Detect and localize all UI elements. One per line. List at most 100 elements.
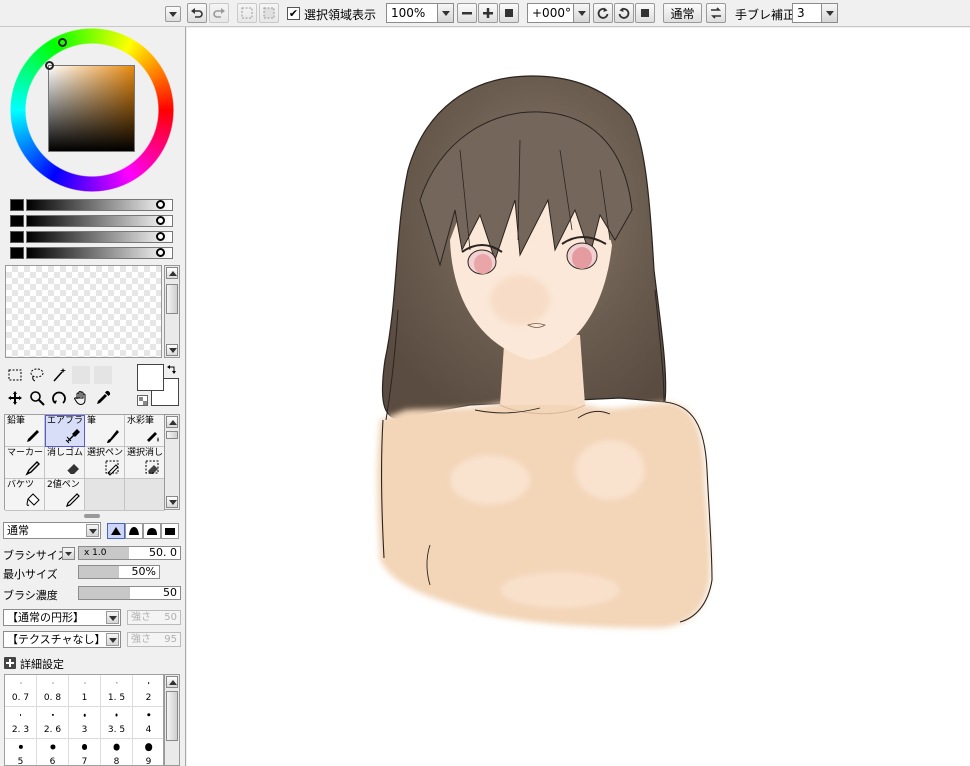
scroll-up-button[interactable]: [166, 267, 178, 279]
brush-tool-label: マーカー: [7, 448, 44, 458]
brush-size-dot: [20, 682, 21, 684]
hand-tool[interactable]: [72, 389, 90, 407]
brush-size-preset-label: 7: [81, 757, 88, 766]
brush-edge-soft-button[interactable]: [143, 523, 161, 539]
density-slider[interactable]: 50: [78, 586, 181, 600]
top-toolbar: ✔ 選択領域表示 100% +000° 通常 手ブレ補正 3: [0, 0, 970, 27]
brush-size-preset[interactable]: 9: [133, 739, 163, 765]
brush-tool-bucket[interactable]: バケツ: [5, 479, 45, 511]
advanced-settings-label[interactable]: 詳細設定: [20, 656, 64, 672]
brush-edge-sharpest-button[interactable]: [107, 523, 125, 539]
brush-tool-select-pen[interactable]: 選択ペン: [85, 447, 125, 479]
min-size-slider[interactable]: 50%: [78, 565, 160, 579]
rotate-left-button[interactable]: [593, 3, 613, 23]
min-size-label: 最小サイズ: [3, 568, 58, 581]
brush-size-preset[interactable]: 1: [69, 675, 101, 707]
brush-size-preset[interactable]: 7: [69, 739, 101, 766]
brush-size-preset[interactable]: 0. 8: [37, 675, 69, 707]
expand-plus-icon[interactable]: [4, 657, 16, 669]
brush-size-preset[interactable]: 3. 5: [101, 707, 133, 739]
undo-button[interactable]: [187, 3, 207, 23]
zoom-in-button[interactable]: [478, 3, 498, 23]
scroll-up-button[interactable]: [166, 416, 178, 428]
rotation-dropdown[interactable]: +000°: [527, 3, 590, 23]
brush-edge-sharp-button[interactable]: [125, 523, 143, 539]
saturation-value-square[interactable]: [48, 65, 135, 152]
brush-size-preset[interactable]: 6: [37, 739, 69, 765]
color-slider-4[interactable]: [10, 247, 173, 259]
invert-selection-button[interactable]: [259, 3, 279, 23]
rotate-tool[interactable]: [50, 389, 68, 407]
brush-size-preset[interactable]: 0. 7: [5, 675, 37, 707]
flip-horizontal-button[interactable]: [706, 3, 726, 23]
scroll-down-button[interactable]: [166, 496, 178, 508]
view-blend-mode-button[interactable]: 通常: [663, 3, 702, 23]
scroll-thumb[interactable]: [166, 284, 178, 314]
foreground-color-swatch[interactable]: [137, 364, 164, 391]
transparent-color-icon[interactable]: [137, 395, 148, 406]
scroll-thumb[interactable]: [166, 431, 178, 439]
scroll-down-button[interactable]: [166, 344, 178, 356]
show-selection-checkbox[interactable]: ✔: [287, 7, 300, 20]
watercolor-brush-icon: [147, 432, 159, 442]
stabilizer-dropdown[interactable]: 3: [792, 3, 838, 23]
brush-size-preset[interactable]: 5: [5, 739, 37, 765]
brush-size-preset[interactable]: 2: [133, 675, 163, 707]
size-presets-scrollbar[interactable]: [164, 674, 180, 766]
saturation-marker[interactable]: [45, 61, 54, 70]
brush-grid-scrollbar[interactable]: [164, 414, 180, 510]
brush-tool-select-eraser[interactable]: 選択消し: [125, 447, 165, 479]
color-slider-2[interactable]: [10, 215, 173, 227]
scratchpad-scrollbar[interactable]: [164, 265, 180, 358]
rect-select-tool[interactable]: [6, 366, 24, 384]
brush-size-dot: [81, 744, 88, 750]
shape-strength-field: 強さ 50: [127, 610, 181, 625]
select-eraser-icon: [145, 460, 159, 474]
move-tool[interactable]: [6, 389, 24, 407]
brush-size-dot: [52, 682, 53, 684]
brush-tool-pencil[interactable]: 鉛筆: [5, 415, 45, 447]
zoom-out-button[interactable]: [457, 3, 477, 23]
brush-tool-watercolor-brush[interactable]: 水彩筆: [125, 415, 165, 447]
stabilizer-value: 3: [797, 6, 805, 20]
brush-size-range-button[interactable]: [62, 547, 75, 560]
zoom-reset-button[interactable]: [499, 3, 519, 23]
brush-size-preset[interactable]: 4: [133, 707, 163, 739]
magic-wand-tool[interactable]: [50, 366, 68, 384]
rotate-right-button[interactable]: [614, 3, 634, 23]
zoom-tool[interactable]: [28, 389, 46, 407]
brush-tool-brush[interactable]: 筆: [85, 415, 125, 447]
brush-size-preset[interactable]: 1. 5: [101, 675, 133, 707]
hue-marker[interactable]: [58, 38, 67, 47]
edge-shape-icon: [129, 527, 139, 535]
brush-tool-marker[interactable]: マーカー: [5, 447, 45, 479]
eyedropper-tool[interactable]: [94, 389, 112, 407]
brush-blend-mode-dropdown[interactable]: 通常: [3, 522, 101, 539]
deselect-button[interactable]: [237, 3, 257, 23]
scroll-thumb[interactable]: [166, 691, 178, 741]
drawing-canvas[interactable]: [187, 28, 970, 766]
brush-tool-eraser[interactable]: 消しゴム: [45, 447, 85, 479]
brush-texture-dropdown[interactable]: 【テクスチャなし】: [3, 631, 121, 648]
scratchpad-area[interactable]: [5, 265, 162, 358]
color-slider-3[interactable]: [10, 231, 173, 243]
scroll-up-button[interactable]: [166, 676, 178, 688]
brush-edge-flat-button[interactable]: [161, 523, 179, 539]
brush-size-preset[interactable]: 2. 6: [37, 707, 69, 739]
brush-size-preset[interactable]: 3: [69, 707, 101, 739]
brush-size-preset[interactable]: 8: [101, 739, 133, 765]
rotation-reset-button[interactable]: [635, 3, 655, 23]
brush-size-slider[interactable]: x 1.0 50. 0: [78, 546, 181, 560]
navigator-toggle-button[interactable]: [165, 6, 181, 22]
color-slider-1[interactable]: [10, 199, 173, 211]
brush-tool-binary-pen[interactable]: 2値ペン: [45, 479, 85, 511]
panel-resize-handle[interactable]: [84, 514, 100, 518]
lasso-tool[interactable]: [28, 366, 46, 384]
redo-button[interactable]: [209, 3, 229, 23]
zoom-dropdown[interactable]: 100%: [386, 3, 454, 23]
brush-shape-dropdown[interactable]: 【通常の円形】: [3, 609, 121, 626]
swap-colors-icon[interactable]: [166, 364, 178, 376]
brush-size-preset[interactable]: 2. 3: [5, 707, 37, 739]
brush-tool-airbrush[interactable]: エアブラシ: [45, 415, 85, 447]
color-wheel[interactable]: [10, 28, 174, 192]
